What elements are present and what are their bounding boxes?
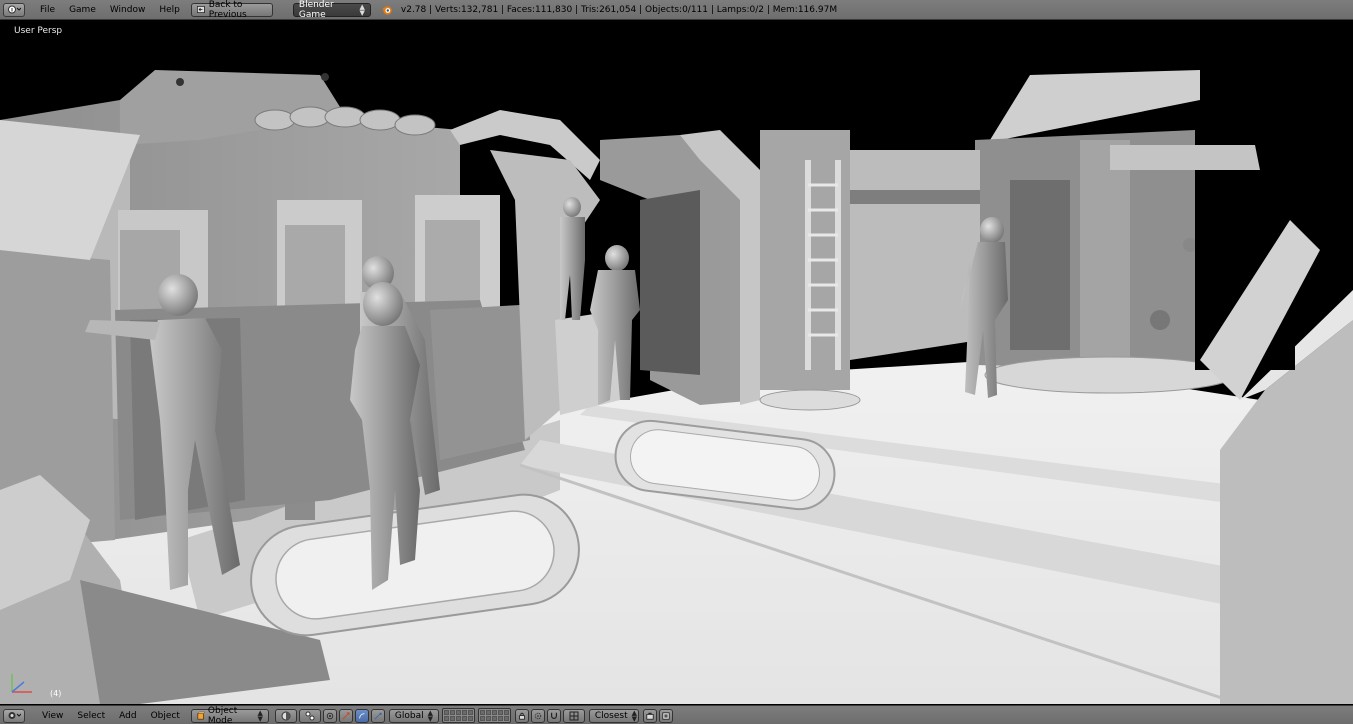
- manipulator-icon: [326, 712, 334, 719]
- manipulator-toggle[interactable]: [322, 708, 337, 723]
- updown-arrows-icon: ▲ ▼: [427, 708, 433, 723]
- object-mode-icon: [197, 711, 205, 720]
- layer-buttons-group-2[interactable]: [477, 708, 511, 723]
- back-wall-shadow-band: [850, 190, 980, 204]
- magnet-icon: [550, 712, 557, 719]
- scale-manipulator-button[interactable]: [370, 708, 385, 723]
- snap-toggle-button[interactable]: [546, 708, 561, 723]
- updown-arrows-icon: ▲ ▼: [359, 2, 365, 17]
- rotate-arc-icon: [359, 712, 365, 718]
- scene-render: [0, 70, 1353, 704]
- menu-file[interactable]: File: [33, 5, 62, 15]
- menu-select[interactable]: Select: [70, 711, 112, 721]
- ladder-rail: [805, 160, 811, 370]
- pivot-point-select[interactable]: [298, 708, 321, 723]
- opengl-render-button[interactable]: [642, 708, 657, 723]
- shading-sphere-icon: [281, 711, 291, 720]
- menu-object[interactable]: Object: [144, 711, 187, 721]
- blender-window: File Game Window Help Back to Previous B…: [0, 0, 1353, 724]
- camera-render-icon: [646, 712, 654, 720]
- view-axes-icon: [11, 674, 32, 693]
- translate-arrow-icon: [342, 711, 350, 719]
- snap-element-select[interactable]: [562, 708, 585, 723]
- film-render-icon: [662, 711, 670, 720]
- lower-cabinet-face: [430, 305, 530, 460]
- hood-bolt: [176, 78, 184, 86]
- transform-orientation-value: Global: [394, 710, 424, 721]
- pivot-point-icon: [305, 711, 315, 720]
- editor-type-button[interactable]: [3, 708, 25, 723]
- snap-target-select[interactable]: Closest ▲ ▼: [588, 708, 639, 723]
- door-frame-inner: [640, 190, 700, 375]
- transform-orientation-select[interactable]: Global ▲ ▼: [388, 708, 439, 723]
- pad-disc-back: [759, 389, 861, 411]
- hood-bolt: [321, 73, 329, 81]
- menu-window[interactable]: Window: [103, 5, 153, 15]
- scene-statistics: v2.78 | Verts:132,781 | Faces:111,830 | …: [400, 4, 838, 15]
- interaction-mode-select[interactable]: Object Mode ▲ ▼: [190, 705, 269, 724]
- 3d-view-editor-icon: [8, 712, 21, 719]
- translate-manipulator-button[interactable]: [338, 708, 353, 723]
- ladder-rail: [835, 160, 841, 370]
- scale-icon: [374, 712, 382, 719]
- snap-increment-icon: [569, 711, 579, 720]
- menu-add[interactable]: Add: [112, 711, 143, 721]
- menu-game[interactable]: Game: [62, 5, 103, 15]
- updown-arrows-icon: ▲ ▼: [257, 708, 263, 723]
- blender-logo-icon: [381, 5, 392, 15]
- machine-top: [990, 70, 1200, 140]
- back-to-previous-label: Back to Previous: [208, 0, 247, 20]
- interaction-mode-value: Object Mode: [207, 705, 238, 724]
- render-engine-select[interactable]: Blender Game ▲ ▼: [292, 0, 371, 20]
- proportional-edit-icon: [534, 712, 542, 719]
- 3d-view-header: View Select Add Object Object Mode ▲ ▼ Gl…: [0, 705, 1353, 724]
- active-object-label: (4): [50, 689, 62, 698]
- menu-view[interactable]: View: [35, 711, 70, 721]
- editor-type-button[interactable]: [3, 2, 25, 17]
- lock-icon: [519, 712, 525, 720]
- machine-knob: [1150, 310, 1170, 330]
- 3d-viewport[interactable]: User Persp (4): [0, 20, 1353, 704]
- layer-buttons-group-1[interactable]: [441, 708, 475, 723]
- info-header: File Game Window Help Back to Previous B…: [0, 0, 1353, 20]
- info-editor-icon: [8, 5, 21, 14]
- viewport-shading-select[interactable]: [274, 708, 297, 723]
- machine-panel: [1010, 180, 1070, 350]
- machine-knob: [1183, 238, 1197, 252]
- back-wall-panel: [850, 150, 980, 360]
- rotate-manipulator-button[interactable]: [354, 708, 369, 723]
- viewport-view-label: User Persp: [14, 26, 63, 36]
- machine-arm: [1110, 145, 1260, 170]
- snap-target-value: Closest: [594, 710, 628, 721]
- back-arrow-icon: [196, 5, 205, 14]
- menu-help[interactable]: Help: [152, 5, 187, 15]
- opengl-render-animation-button[interactable]: [658, 708, 673, 723]
- back-to-previous-button[interactable]: Back to Previous: [190, 0, 273, 20]
- render-engine-value: Blender Game: [298, 0, 334, 20]
- proportional-editing-button[interactable]: [530, 708, 545, 723]
- updown-arrows-icon: ▲ ▼: [631, 708, 638, 723]
- machine-panel: [1080, 140, 1130, 360]
- console-box-face: [285, 225, 345, 310]
- lock-camera-layers-button[interactable]: [514, 708, 529, 723]
